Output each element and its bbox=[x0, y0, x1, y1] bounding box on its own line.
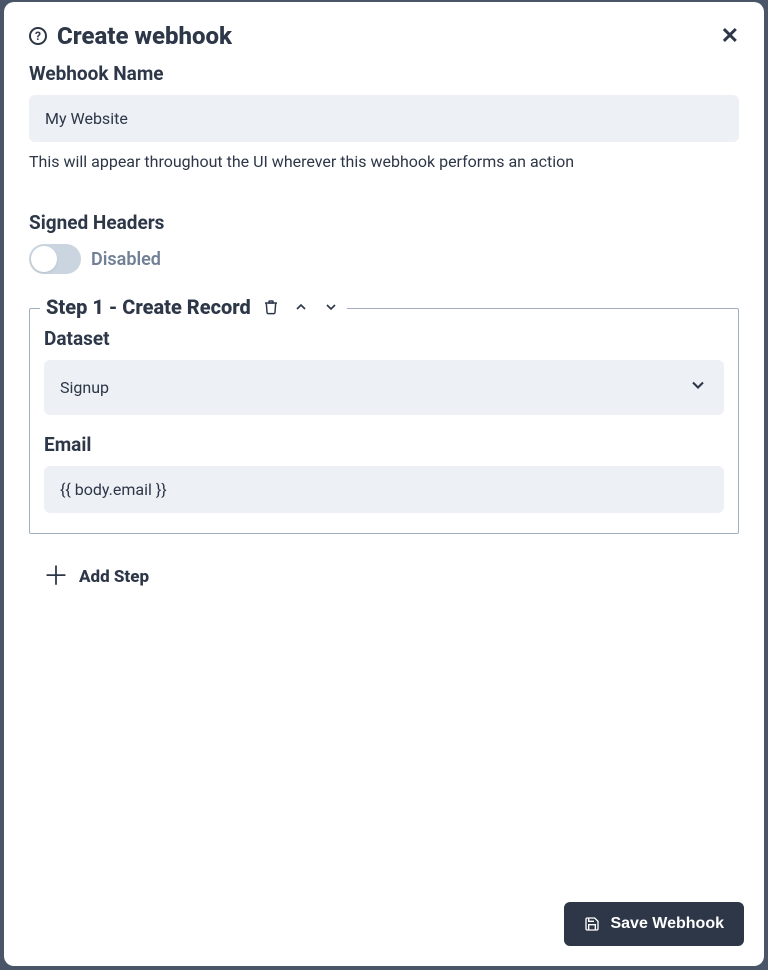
plus-icon: ＋ bbox=[43, 564, 69, 590]
step-1-title: Step 1 - Create Record bbox=[46, 295, 251, 319]
add-step-label: Add Step bbox=[79, 567, 149, 587]
chevron-down-icon[interactable] bbox=[323, 299, 339, 315]
webhook-name-input[interactable] bbox=[29, 95, 739, 142]
page-title: Create webhook bbox=[57, 22, 232, 50]
modal-header: ? Create webhook ✕ bbox=[29, 22, 739, 50]
dataset-selected-value: Signup bbox=[60, 378, 109, 397]
trash-icon[interactable] bbox=[263, 298, 279, 316]
add-step-button[interactable]: ＋ Add Step bbox=[43, 564, 739, 590]
help-icon[interactable]: ? bbox=[29, 27, 47, 45]
chevron-down-icon bbox=[688, 375, 708, 400]
save-webhook-label: Save Webhook bbox=[610, 915, 724, 933]
step-1-legend: Step 1 - Create Record bbox=[40, 295, 347, 319]
chevron-up-icon[interactable] bbox=[293, 299, 309, 315]
dataset-select[interactable]: Signup bbox=[44, 360, 724, 415]
signed-headers-toggle[interactable] bbox=[29, 244, 81, 274]
create-webhook-modal: ? Create webhook ✕ Webhook Name This wil… bbox=[4, 2, 764, 966]
dataset-label: Dataset bbox=[44, 327, 724, 350]
modal-header-left: ? Create webhook bbox=[29, 22, 232, 50]
email-label: Email bbox=[44, 433, 724, 456]
step-1-box: Step 1 - Create Record Dataset Signup E bbox=[29, 308, 739, 534]
toggle-thumb bbox=[31, 246, 57, 272]
save-webhook-button[interactable]: Save Webhook bbox=[564, 902, 744, 946]
step-icon-group bbox=[263, 298, 339, 316]
signed-headers-status: Disabled bbox=[91, 249, 161, 270]
webhook-name-helper: This will appear throughout the UI where… bbox=[29, 152, 739, 171]
signed-headers-toggle-row: Disabled bbox=[29, 244, 739, 274]
close-icon[interactable]: ✕ bbox=[721, 25, 739, 47]
webhook-name-label: Webhook Name bbox=[29, 62, 739, 85]
signed-headers-label: Signed Headers bbox=[29, 211, 739, 234]
save-icon bbox=[584, 916, 600, 932]
email-input[interactable] bbox=[44, 466, 724, 513]
